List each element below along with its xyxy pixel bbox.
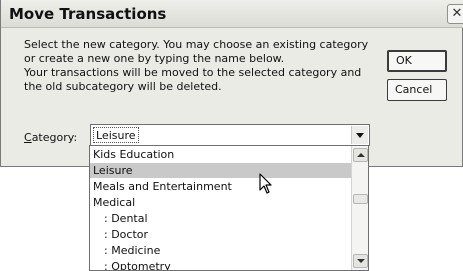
list-item-leisure[interactable]: Leisure bbox=[90, 163, 351, 178]
category-dropdown-list[interactable]: Kids Education Leisure Meals and Enterta… bbox=[89, 145, 369, 271]
dropdown-scrollbar[interactable] bbox=[351, 146, 368, 270]
category-label-text: ategory: bbox=[31, 131, 78, 144]
dropdown-arrow-button[interactable] bbox=[351, 126, 368, 144]
category-input[interactable]: Leisure bbox=[93, 127, 139, 143]
scroll-down-button[interactable] bbox=[353, 254, 368, 268]
dialog-title: Move Transactions bbox=[9, 5, 167, 23]
list-item-meals-and-entertainment[interactable]: Meals and Entertainment bbox=[90, 179, 351, 194]
list-item-medicine[interactable]: : Medicine bbox=[90, 243, 351, 258]
category-label: Category: bbox=[24, 131, 77, 144]
message-line-3: Your transactions will be moved to the s… bbox=[24, 66, 362, 79]
close-button[interactable]: ✕ bbox=[447, 4, 463, 24]
list-item-optometry[interactable]: : Optometry bbox=[90, 259, 351, 270]
list-item-dental[interactable]: : Dental bbox=[90, 211, 351, 226]
list-item-medical[interactable]: Medical bbox=[90, 195, 351, 210]
message-line-2: or create a new one by typing the name b… bbox=[24, 52, 285, 65]
ok-button[interactable]: OK bbox=[387, 50, 447, 72]
title-bar[interactable]: Move Transactions ✕ bbox=[1, 0, 463, 28]
scroll-up-button[interactable] bbox=[353, 148, 368, 162]
cancel-button[interactable]: Cancel bbox=[387, 79, 447, 101]
close-icon: ✕ bbox=[451, 6, 463, 21]
message-line-4: the old subcategory will be deleted. bbox=[24, 80, 222, 93]
scroll-thumb[interactable] bbox=[353, 194, 368, 204]
category-combobox[interactable]: Leisure bbox=[90, 124, 370, 146]
list-item-doctor[interactable]: : Doctor bbox=[90, 227, 351, 242]
mouse-pointer-icon bbox=[259, 173, 272, 194]
move-transactions-dialog: Move Transactions ✕ Select the new categ… bbox=[0, 0, 463, 167]
category-label-mnemonic: C bbox=[24, 131, 32, 144]
list-item-kids-education[interactable]: Kids Education bbox=[90, 147, 351, 162]
message-line-1: Select the new category. You may choose … bbox=[24, 38, 369, 51]
